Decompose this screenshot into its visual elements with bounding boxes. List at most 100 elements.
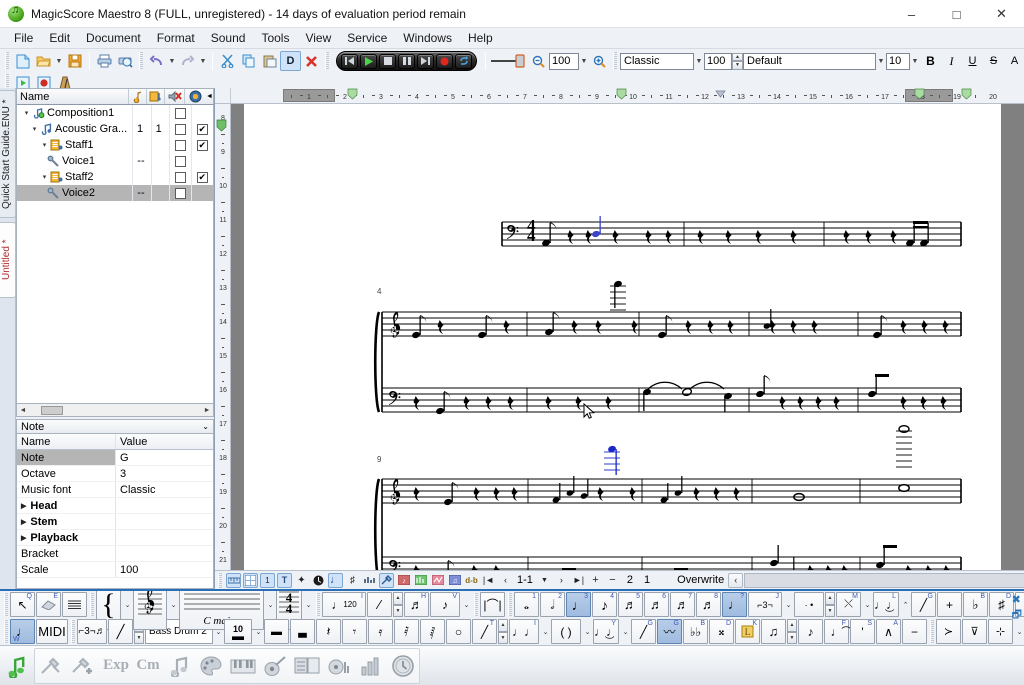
- tree-twisty[interactable]: ▾: [39, 173, 50, 181]
- dot-spinner[interactable]: ▲▼: [825, 592, 835, 617]
- tenuto-line-mark[interactable]: −: [902, 619, 927, 644]
- tree-row-composition1[interactable]: ▾ Composition1: [17, 105, 213, 121]
- expand-icon[interactable]: ▶: [21, 502, 26, 510]
- copy-icon[interactable]: [238, 51, 259, 71]
- slur-dropdown-icon[interactable]: ⌃: [900, 592, 911, 617]
- key-change-tool[interactable]: LK: [735, 619, 760, 644]
- accidental-icon[interactable]: ♯: [345, 573, 360, 588]
- undo-icon[interactable]: [146, 51, 167, 71]
- tree-header-overflow[interactable]: ◄: [206, 89, 213, 104]
- metronome-clock-icon[interactable]: [387, 649, 419, 683]
- minimize-button[interactable]: –: [889, 0, 934, 28]
- zoom-dropdown-icon[interactable]: ▼: [579, 51, 589, 71]
- bold-button[interactable]: B: [920, 51, 941, 71]
- dotted-note-tool[interactable]: · •: [794, 592, 824, 617]
- slash-tool[interactable]: ╱: [108, 619, 133, 644]
- drum-icon[interactable]: [430, 573, 445, 588]
- duplicate-icon[interactable]: D: [280, 51, 301, 71]
- menu-view[interactable]: View: [297, 29, 339, 47]
- delete-icon[interactable]: [301, 51, 322, 71]
- stem-spinner[interactable]: ▲▼: [498, 619, 508, 644]
- property-value[interactable]: [116, 546, 213, 561]
- add-tool-icon[interactable]: [67, 649, 99, 683]
- parenthesis-dropdown-icon[interactable]: ⌄: [582, 619, 593, 644]
- mute-checkbox[interactable]: [175, 108, 186, 119]
- tempo-tool[interactable]: ♩120I: [322, 592, 366, 617]
- remove-page-icon[interactable]: −: [605, 573, 620, 588]
- tree-cell-mute[interactable]: [170, 137, 191, 153]
- grace-note-tool[interactable]: ♬H: [404, 592, 429, 617]
- whole-rest[interactable]: ▬: [264, 619, 289, 644]
- mute-checkbox[interactable]: [175, 124, 186, 135]
- expand-icon[interactable]: ▶: [21, 534, 26, 542]
- score-page[interactable]: 44: [244, 104, 1001, 570]
- open-dropdown-icon[interactable]: ▼: [54, 51, 64, 71]
- hscroll-left-arrow[interactable]: ‹: [728, 573, 743, 588]
- tuplet-tool[interactable]: ⌐3¬J: [748, 592, 782, 617]
- tree-cell-mute[interactable]: [170, 169, 191, 185]
- mute-checkbox[interactable]: [175, 188, 186, 199]
- music-font-dropdown-icon[interactable]: ▼: [694, 51, 704, 71]
- zoom-in-icon[interactable]: [589, 51, 610, 71]
- solo-checkbox[interactable]: ✔: [197, 172, 208, 183]
- status-grip[interactable]: [218, 573, 222, 588]
- sixtyfourth-note-button[interactable]: ♬7: [670, 592, 695, 617]
- treble-clef-tool[interactable]: C: [133, 589, 167, 630]
- repeat-measure-tool[interactable]: ⁄: [367, 592, 392, 617]
- note-palette-icon[interactable]: [163, 649, 195, 683]
- volume-slider[interactable]: [490, 53, 528, 69]
- menu-help[interactable]: Help: [460, 29, 501, 47]
- prev-page-icon[interactable]: ‹: [498, 573, 513, 588]
- glissando-wave-tool[interactable]: 〰G: [657, 619, 682, 644]
- tree-horizontal-scrollbar[interactable]: ◄ ►: [16, 404, 214, 417]
- menu-tools[interactable]: Tools: [253, 29, 297, 47]
- score-canvas[interactable]: 44: [231, 104, 1024, 570]
- undo-dropdown-icon[interactable]: ▼: [167, 51, 177, 71]
- tree-twisty[interactable]: ▾: [21, 109, 32, 117]
- tree-cell-solo[interactable]: ✔: [192, 169, 213, 185]
- music-font-size[interactable]: 100: [704, 53, 732, 70]
- eighth-note-button[interactable]: ♪4: [592, 592, 617, 617]
- property-row-scale[interactable]: Scale 100: [17, 562, 213, 578]
- menu-format[interactable]: Format: [149, 29, 203, 47]
- expand-icon[interactable]: ▶: [21, 518, 26, 526]
- staccato-accent-mark[interactable]: ≻: [936, 619, 961, 644]
- note-icon[interactable]: ♩: [328, 573, 343, 588]
- text-font-size[interactable]: 10: [886, 53, 910, 70]
- chord-icon[interactable]: Cm: [133, 649, 163, 683]
- underline-button[interactable]: U: [962, 51, 983, 71]
- mixer-icon[interactable]: [362, 573, 377, 588]
- toolbar-grip[interactable]: [5, 52, 9, 70]
- palette-grip-9[interactable]: [930, 620, 934, 643]
- crescendo-tool[interactable]: +: [937, 592, 962, 617]
- first-page-icon[interactable]: |◄: [481, 573, 496, 588]
- mixer-icon[interactable]: [291, 649, 323, 683]
- palette-grip-5[interactable]: [508, 593, 512, 616]
- toolbar-grip-2[interactable]: [139, 52, 143, 70]
- tuplet-dropdown-icon[interactable]: ⌄: [783, 592, 794, 617]
- pause-icon[interactable]: [398, 54, 415, 69]
- tree-row-voice2[interactable]: Voice2 --: [17, 185, 213, 201]
- parenthesis-tool[interactable]: ( ): [551, 619, 581, 644]
- dynamics-tool[interactable]: ♪V: [430, 592, 460, 617]
- text-font-select[interactable]: Default: [743, 53, 876, 70]
- new-document-icon[interactable]: [12, 51, 33, 71]
- tree-cell-solo[interactable]: [192, 185, 213, 201]
- tools-icon[interactable]: [379, 573, 394, 588]
- palette-grip[interactable]: [4, 593, 8, 616]
- beam-dropdown-icon[interactable]: ⌄: [540, 619, 551, 644]
- onetwentyeighth-note-button[interactable]: ♬8: [696, 592, 721, 617]
- breath-mark[interactable]: 'S: [850, 619, 875, 644]
- score-horizontal-scrollbar[interactable]: [744, 573, 1024, 588]
- paste-icon[interactable]: [259, 51, 280, 71]
- property-row-head[interactable]: ▶Head: [17, 498, 213, 514]
- audio-icon[interactable]: [323, 649, 355, 683]
- beam-group-tool[interactable]: ♩♩I: [509, 619, 539, 644]
- db-icon[interactable]: d-b: [464, 573, 479, 588]
- music-font-size-spinner[interactable]: ▲▼: [732, 53, 743, 70]
- lyric-icon[interactable]: ♪: [396, 573, 411, 588]
- brace-dropdown-icon[interactable]: ⌄: [122, 592, 133, 617]
- tree-cell-mute[interactable]: [170, 105, 191, 121]
- forward-to-end-icon[interactable]: [417, 54, 434, 69]
- tab-quick-start-guide[interactable]: Quick Start Guide.ENU *: [0, 90, 16, 218]
